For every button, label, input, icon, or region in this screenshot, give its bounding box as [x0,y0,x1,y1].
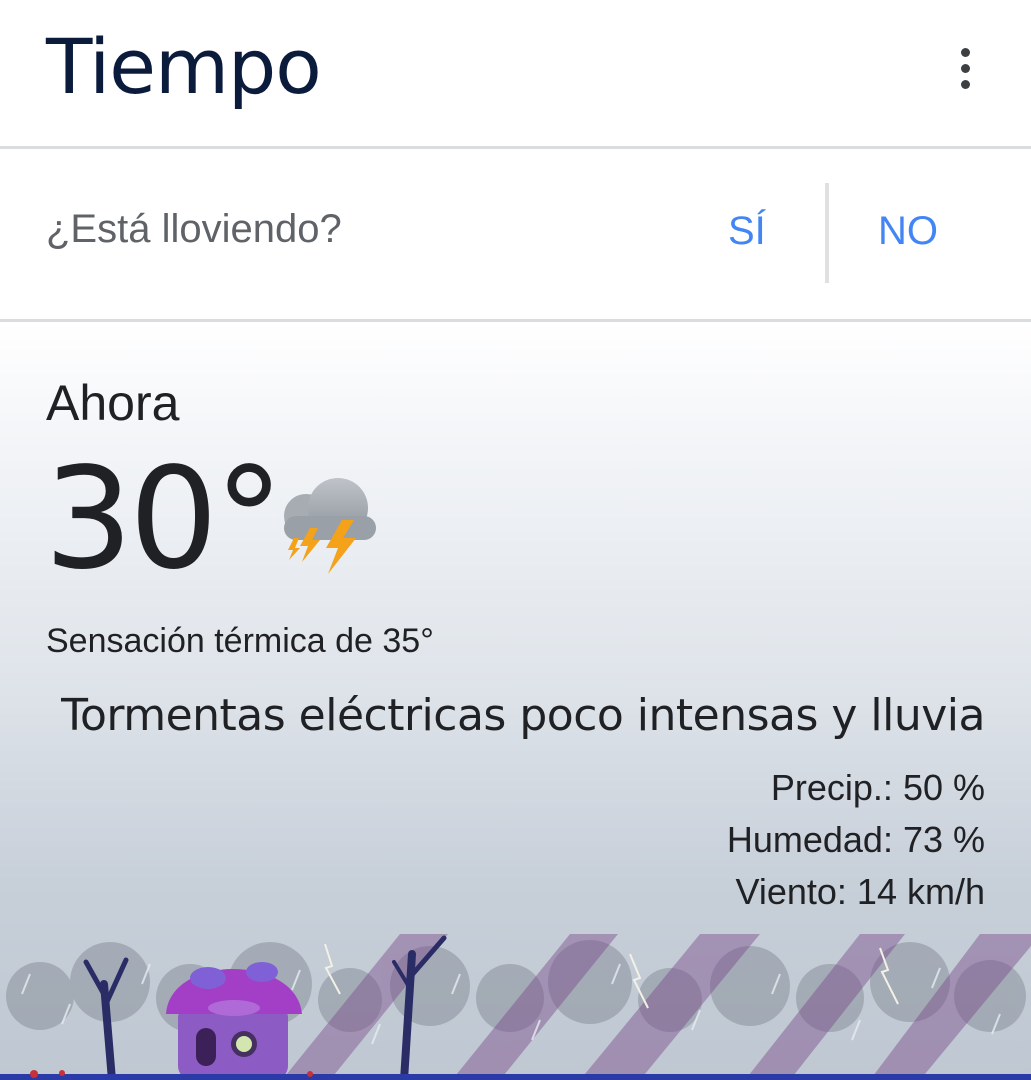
app-header: Tiempo [0,0,1031,149]
wind-stat: Viento: 14 km/h [735,871,986,912]
current-weather-panel: Ahora 30° Sensación térmica de 35° Torme… [0,322,1031,1080]
vertical-divider [825,183,829,283]
menu-dot [960,63,970,73]
humidity-stat: Humedad: 73 % [726,819,985,860]
yes-button[interactable]: SÍ [728,209,766,254]
app-title: Tiempo [46,22,322,111]
weather-scene-illustration [0,934,1031,1080]
menu-dot [960,79,970,89]
current-temperature: 30° [44,438,284,601]
now-label: Ahora [46,375,180,431]
no-button[interactable]: NO [878,209,938,254]
rain-question-text: ¿Está lloviendo? [46,207,342,251]
more-vertical-icon[interactable] [940,40,990,96]
weather-stats: Precip.: 50 % Humedad: 73 % Viento: 14 k… [727,762,985,918]
condition-text: Tormentas eléctricas poco intensas y llu… [61,690,985,741]
precipitation-stat: Precip.: 50 % [770,767,985,808]
thunderstorm-icon [284,478,376,574]
rain-question-card: ¿Está lloviendo? SÍ NO [0,149,1031,322]
menu-dot [960,47,970,57]
feels-like-text: Sensación térmica de 35° [46,622,434,660]
